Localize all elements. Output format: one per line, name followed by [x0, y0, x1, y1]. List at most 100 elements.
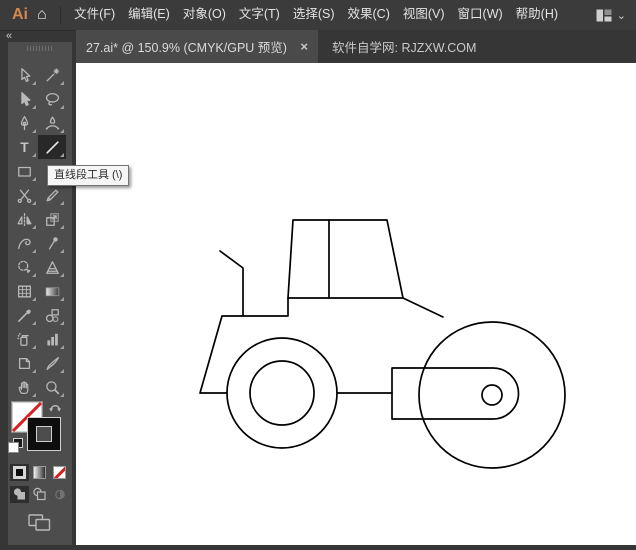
main-menu: 文件(F) 编辑(E) 对象(O) 文字(T) 选择(S) 效果(C) 视图(V) 窗口(W)…	[68, 0, 565, 30]
chevron-down-icon: ⌄	[616, 9, 626, 22]
hand-tool[interactable]	[10, 375, 38, 399]
draw-inside-button[interactable]	[50, 486, 69, 503]
pen-tool[interactable]	[10, 111, 38, 135]
menu-item-object[interactable]: 对象(O)	[176, 0, 232, 30]
mesh-tool-icon	[17, 285, 31, 297]
perspective-grid-tool[interactable]	[38, 255, 66, 279]
puppet-warp-tool[interactable]	[38, 231, 66, 255]
site-caption: 软件自学网: RJZXW.COM	[332, 41, 477, 55]
tools-grid: T	[10, 63, 66, 399]
document-tab[interactable]: 27.ai* @ 150.9% (CMYK/GPU 预览) ×	[76, 30, 318, 63]
magic-wand-tool-icon	[46, 67, 59, 81]
artboard-canvas[interactable]	[76, 63, 636, 545]
rear-wheel-hub[interactable]	[249, 360, 315, 426]
gradient-icon	[34, 467, 45, 478]
gradient-tool[interactable]	[38, 279, 66, 303]
hand-tool-icon	[18, 380, 28, 394]
menu-item-select[interactable]: 选择(S)	[286, 0, 341, 30]
rectangle-tool-icon	[17, 166, 31, 177]
blend-tool[interactable]	[38, 303, 66, 327]
draw-behind-icon	[32, 487, 46, 501]
draw-behind-button[interactable]	[30, 486, 49, 503]
symbol-sprayer-tool[interactable]	[10, 327, 38, 351]
panel-drag-handle[interactable]	[27, 46, 53, 51]
menu-item-window[interactable]: 窗口(W)	[451, 0, 509, 30]
tools-panel: T	[8, 42, 72, 545]
curvature-tool[interactable]	[38, 111, 66, 135]
color-button[interactable]	[10, 464, 29, 481]
color-icon	[14, 467, 25, 478]
direct-selection-tool[interactable]	[10, 87, 38, 111]
lasso-tool[interactable]	[38, 87, 66, 111]
menu-item-view[interactable]: 视图(V)	[396, 0, 451, 30]
home-icon[interactable]: ⌂	[37, 7, 47, 23]
reflect-tool[interactable]	[10, 207, 38, 231]
roller-pin[interactable]	[481, 384, 503, 406]
roller-drum[interactable]	[418, 321, 566, 469]
menu-item-help[interactable]: 帮助(H)	[509, 0, 564, 30]
column-graph-tool[interactable]	[38, 327, 66, 351]
menu-separator	[59, 6, 61, 24]
type-tool[interactable]: T	[10, 135, 38, 159]
line-segment-tool[interactable]	[38, 135, 66, 159]
menu-item-file[interactable]: 文件(F)	[68, 0, 122, 30]
selection-tool[interactable]	[10, 63, 38, 87]
scale-tool[interactable]	[38, 207, 66, 231]
menu-item-effect[interactable]: 效果(C)	[341, 0, 396, 30]
handrail-line[interactable]	[402, 297, 444, 318]
width-tool[interactable]	[10, 231, 38, 255]
svg-text:T: T	[20, 139, 29, 155]
color-type-buttons	[10, 464, 69, 481]
none-button[interactable]	[50, 464, 69, 481]
column-graph-tool-icon	[46, 333, 58, 345]
blend-tool-icon	[45, 308, 59, 322]
pen-tool-icon	[20, 115, 28, 130]
zoom-tool[interactable]	[38, 375, 66, 399]
drawing-mode-buttons	[10, 486, 69, 503]
slice-tool-icon	[46, 356, 59, 370]
scale-tool-icon	[45, 212, 59, 226]
line-segment-tool-icon	[45, 140, 59, 154]
direct-selection-tool-icon	[20, 91, 30, 106]
illustrator-logo: Ai	[12, 6, 28, 23]
rear-wheel-outer[interactable]	[226, 337, 338, 449]
pencil-tool[interactable]	[38, 183, 66, 207]
collapse-panel-button[interactable]: «	[6, 31, 12, 42]
magic-wand-tool[interactable]	[38, 63, 66, 87]
artboard-tool[interactable]	[10, 351, 38, 375]
document-tab-title: 27.ai* @ 150.9% (CMYK/GPU 预览)	[86, 41, 287, 55]
reflect-tool-icon	[16, 212, 32, 226]
body-outline[interactable]	[199, 297, 289, 394]
lasso-tool-icon	[45, 92, 59, 105]
swap-fill-stroke-icon[interactable]	[48, 401, 63, 415]
menu-item-edit[interactable]: 编辑(E)	[122, 0, 177, 30]
eyedropper-tool-icon	[17, 309, 31, 322]
cab-shape[interactable]	[287, 219, 404, 299]
puppet-warp-tool-icon	[48, 236, 58, 249]
gradient-button[interactable]	[30, 464, 49, 481]
gradient-tool-icon	[45, 286, 59, 296]
artboard-tool-icon	[18, 357, 30, 369]
eyedropper-tool[interactable]	[10, 303, 38, 327]
tab-close-icon[interactable]: ×	[298, 39, 310, 54]
selection-tool-icon	[20, 67, 30, 82]
roller-frame[interactable]	[391, 367, 520, 420]
zoom-tool-icon	[45, 380, 59, 394]
scissors-tool[interactable]	[10, 183, 38, 207]
scissors-tool-icon	[17, 189, 31, 203]
draw-normal-button[interactable]	[10, 486, 29, 503]
slice-tool[interactable]	[38, 351, 66, 375]
exhaust-pipe-line[interactable]	[219, 250, 244, 317]
mesh-tool[interactable]	[10, 279, 38, 303]
draw-inside-icon	[54, 489, 65, 500]
rectangle-tool[interactable]	[10, 159, 38, 183]
width-tool-icon	[17, 238, 31, 249]
stroke-swatch-black[interactable]	[28, 418, 60, 450]
default-fill-stroke-icon[interactable]	[9, 439, 24, 453]
shape-builder-tool[interactable]	[10, 255, 38, 279]
screen-mode-icon[interactable]	[28, 514, 52, 532]
workspace-switcher[interactable]: ⌄	[596, 9, 626, 22]
road-roller-drawing	[199, 219, 566, 469]
menu-item-type[interactable]: 文字(T)	[232, 0, 286, 30]
pencil-tool-icon	[46, 189, 58, 201]
